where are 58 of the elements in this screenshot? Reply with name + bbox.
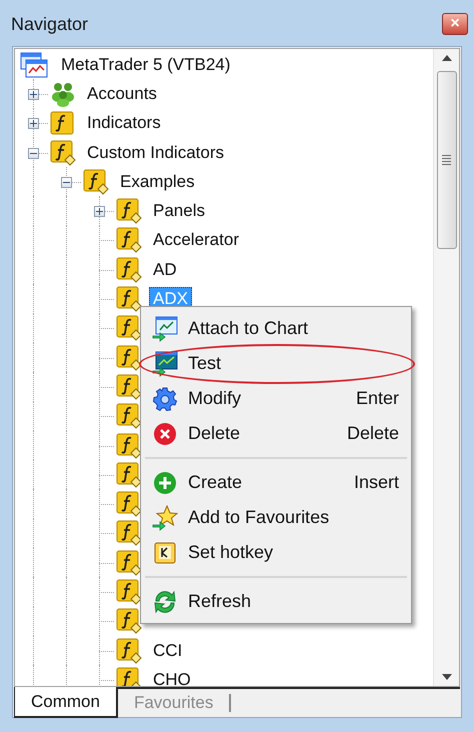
function-icon — [116, 374, 142, 400]
scroll-up-icon[interactable] — [442, 55, 452, 61]
function-icon — [116, 520, 142, 546]
menu-item[interactable]: Delete Delete — [141, 416, 411, 451]
chart-arrow-icon — [152, 350, 178, 376]
chart-arrow-icon — [152, 316, 178, 342]
menu-item[interactable]: Modify Enter — [141, 381, 411, 416]
function-icon — [116, 550, 142, 576]
function-icon — [83, 168, 109, 195]
expand-toggle[interactable] — [28, 118, 39, 130]
menu-item[interactable]: Create Insert — [141, 465, 411, 500]
tree-item[interactable]: MetaTrader 5 (VTB24) — [57, 52, 234, 77]
function-icon — [116, 432, 142, 458]
function-icon — [116, 315, 142, 342]
menu-item[interactable]: Refresh — [141, 584, 411, 619]
scrollbar-thumb[interactable] — [436, 71, 456, 249]
function-icon — [116, 256, 142, 283]
function-icon — [116, 344, 142, 371]
window-title: Navigator — [11, 12, 88, 36]
function-icon — [116, 403, 142, 430]
tree-item[interactable]: Custom Indicators — [83, 140, 228, 165]
function-icon — [116, 227, 142, 254]
tree-item[interactable]: CCI — [149, 638, 186, 663]
expand-toggle[interactable] — [94, 206, 105, 218]
function-icon — [116, 198, 142, 224]
collapse-toggle[interactable] — [28, 148, 39, 159]
scrollbar[interactable] — [433, 49, 459, 686]
tree-item[interactable]: AD — [149, 258, 181, 282]
plus-icon — [153, 470, 177, 494]
close-icon — [153, 422, 177, 446]
refresh-icon — [152, 588, 178, 614]
scroll-down-icon[interactable] — [442, 674, 452, 680]
function-icon — [116, 638, 142, 664]
tree-item[interactable]: Accounts — [83, 82, 161, 106]
tree-item[interactable]: Examples — [116, 170, 199, 194]
menu-item[interactable]: Test — [141, 346, 411, 381]
key-icon — [154, 542, 176, 564]
function-icon — [116, 608, 142, 634]
terminal-window-icon — [20, 52, 48, 78]
tree-item[interactable]: CHO — [149, 668, 195, 686]
function-icon — [50, 111, 74, 136]
collapse-toggle[interactable] — [61, 176, 72, 188]
menu-item[interactable]: Add to Favourites — [141, 500, 411, 535]
function-icon — [116, 462, 142, 488]
function-icon — [116, 578, 142, 605]
star-arrow-icon — [152, 504, 178, 530]
tab[interactable]: Common — [14, 687, 118, 718]
function-icon — [116, 286, 142, 312]
function-icon — [116, 491, 142, 518]
tree-item[interactable]: Panels — [149, 199, 209, 224]
function-icon — [50, 140, 76, 166]
menu-item[interactable]: Set hotkey — [141, 535, 411, 570]
expand-toggle[interactable] — [28, 88, 39, 100]
tree-item[interactable]: Accelerator — [149, 228, 243, 252]
people-icon — [50, 80, 76, 107]
menu-item[interactable]: Attach to Chart — [141, 311, 411, 346]
gear-icon — [153, 386, 177, 410]
tree-item[interactable]: Indicators — [83, 111, 165, 136]
